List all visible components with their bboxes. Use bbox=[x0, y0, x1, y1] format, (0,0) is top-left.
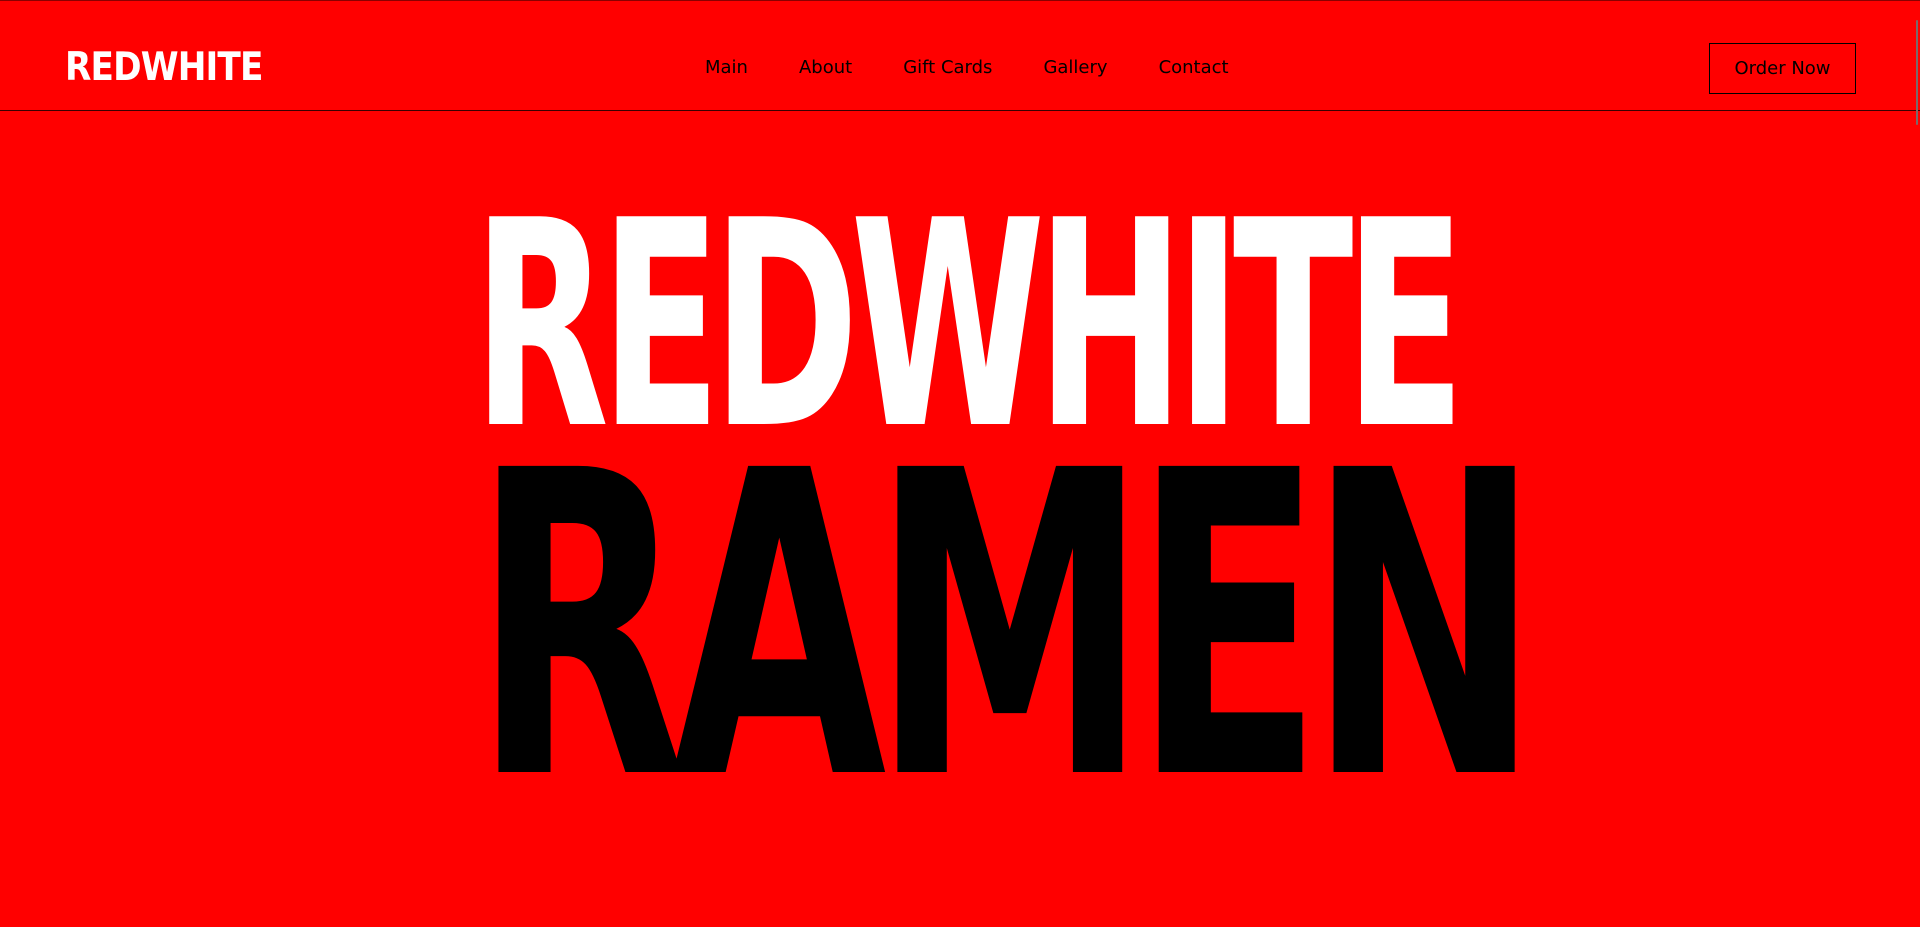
hero-section: REDWHITE RAMEN bbox=[0, 0, 1920, 927]
hero-title-ramen: RAMEN bbox=[473, 383, 1540, 872]
